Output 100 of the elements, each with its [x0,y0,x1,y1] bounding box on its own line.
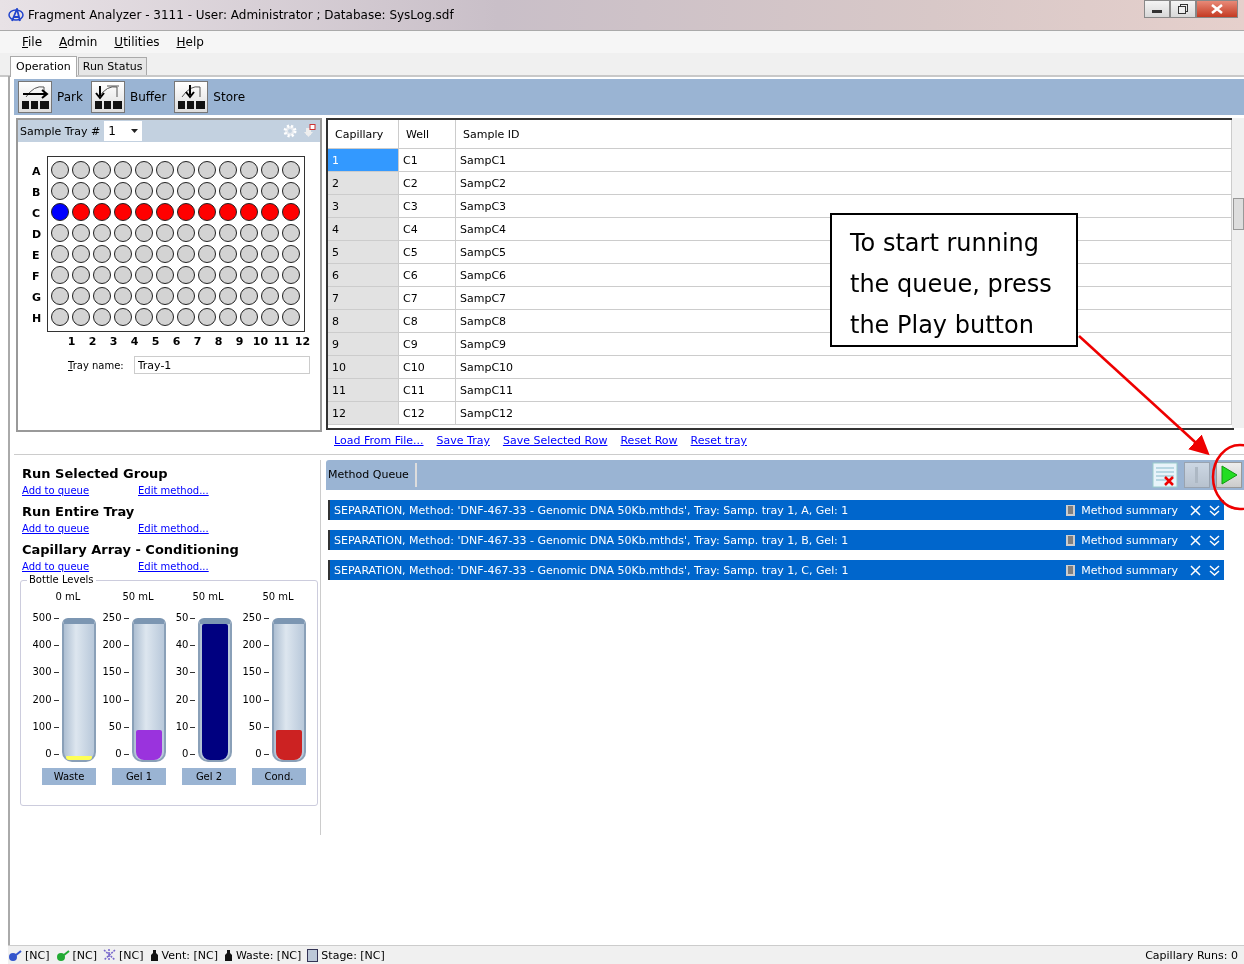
sample-well[interactable] [72,308,91,326]
menu-item[interactable]: Help [168,35,213,49]
sample-well[interactable] [240,308,259,326]
sample-well[interactable] [177,287,196,305]
sample-well[interactable] [135,266,154,284]
sample-well[interactable] [156,224,175,242]
sample-well[interactable] [156,287,175,305]
sample-well[interactable] [93,203,112,221]
method-summary-link[interactable]: Method summary [1081,563,1178,577]
sample-well[interactable] [72,224,91,242]
sample-well[interactable] [156,203,175,221]
pin-icon[interactable] [303,124,316,138]
minimize-button[interactable] [1144,0,1170,18]
sample-well[interactable] [198,224,217,242]
sample-well[interactable] [72,287,91,305]
sample-well[interactable] [198,308,217,326]
sample-well[interactable] [219,266,238,284]
sample-well[interactable] [51,308,70,326]
sample-well[interactable] [93,266,112,284]
queue-item[interactable]: SEPARATION, Method: 'DNF-467-33 - Genomic DNA 50Kb.mthds', Tray: Samp. tray 1, A, Gel: 1 Method summary [328,500,1224,520]
sample-well[interactable] [261,266,280,284]
link[interactable]: Add to queue [22,561,138,572]
sample-well[interactable] [261,308,280,326]
sample-well[interactable] [282,308,301,326]
sample-well[interactable] [261,203,280,221]
sample-well[interactable] [114,308,133,326]
close-icon[interactable] [1190,504,1201,516]
close-button[interactable] [1196,0,1238,18]
sample-well[interactable] [219,161,238,179]
expand-icon[interactable] [1209,564,1220,576]
sample-well[interactable] [72,266,91,284]
sample-well[interactable] [219,203,238,221]
link[interactable]: Edit method... [138,485,254,496]
table-cell[interactable]: 2 [328,171,399,195]
sample-well[interactable] [282,203,301,221]
sample-well[interactable] [135,245,154,263]
sample-well[interactable] [240,224,259,242]
menu-item[interactable]: Admin [51,35,107,49]
sample-well[interactable] [114,245,133,263]
link[interactable]: Edit method... [138,561,254,572]
table-cell[interactable]: 12 [328,401,399,425]
table-cell[interactable]: 10 [328,355,399,379]
link[interactable]: Save Tray [436,434,490,447]
sample-well[interactable] [135,308,154,326]
sample-well[interactable] [198,245,217,263]
buffer-button[interactable] [90,81,125,113]
sample-well[interactable] [198,182,217,200]
sample-well[interactable] [240,245,259,263]
close-icon[interactable] [1190,564,1201,576]
tray-number-dropdown[interactable]: 1 [104,121,143,141]
tab[interactable]: Operation [10,56,77,77]
close-icon[interactable] [1190,534,1201,546]
sample-well[interactable] [51,266,70,284]
sample-well[interactable] [261,182,280,200]
sample-well[interactable] [177,224,196,242]
table-cell[interactable]: 3 [328,194,399,218]
table-cell[interactable]: 11 [328,378,399,402]
expand-icon[interactable] [1209,534,1220,546]
sample-well[interactable] [72,245,91,263]
sample-well[interactable] [198,161,217,179]
scrollbar[interactable] [1232,118,1244,428]
sample-well[interactable] [177,308,196,326]
sample-well[interactable] [135,203,154,221]
sample-well[interactable] [282,182,301,200]
sample-well[interactable] [156,266,175,284]
table-cell[interactable]: 9 [328,332,399,356]
sample-well[interactable] [282,161,301,179]
sample-well[interactable] [93,182,112,200]
clear-list-icon[interactable] [1152,462,1178,488]
sample-well[interactable] [72,203,91,221]
queue-item[interactable]: SEPARATION, Method: 'DNF-467-33 - Genomic DNA 50Kb.mthds', Tray: Samp. tray 1, C, Gel: 1 Method summary [328,560,1224,580]
table-cell[interactable]: 4 [328,217,399,241]
sample-well[interactable] [177,203,196,221]
sample-well[interactable] [261,161,280,179]
link[interactable]: Edit method... [138,523,254,534]
sample-well[interactable] [198,266,217,284]
tab[interactable]: Run Status [77,57,148,75]
sample-well[interactable] [282,266,301,284]
sample-well[interactable] [51,203,70,221]
sample-well[interactable] [198,203,217,221]
menu-item[interactable]: Utilities [106,35,169,49]
sample-well[interactable] [135,182,154,200]
sample-well[interactable] [156,308,175,326]
restore-button[interactable] [1170,0,1196,18]
sample-well[interactable] [219,287,238,305]
sample-well[interactable] [114,182,133,200]
store-button[interactable] [174,81,209,113]
sample-well[interactable] [156,161,175,179]
sample-well[interactable] [198,287,217,305]
play-button[interactable] [1216,462,1242,488]
park-button[interactable] [18,81,52,113]
sample-well[interactable] [93,308,112,326]
tray-name-field[interactable]: Tray-1 [133,356,310,374]
sample-well[interactable] [51,224,70,242]
sample-well[interactable] [219,245,238,263]
sample-well[interactable] [240,182,259,200]
sample-well[interactable] [282,287,301,305]
sample-well[interactable] [177,245,196,263]
sample-well[interactable] [282,245,301,263]
menu-item[interactable]: File [14,35,52,49]
